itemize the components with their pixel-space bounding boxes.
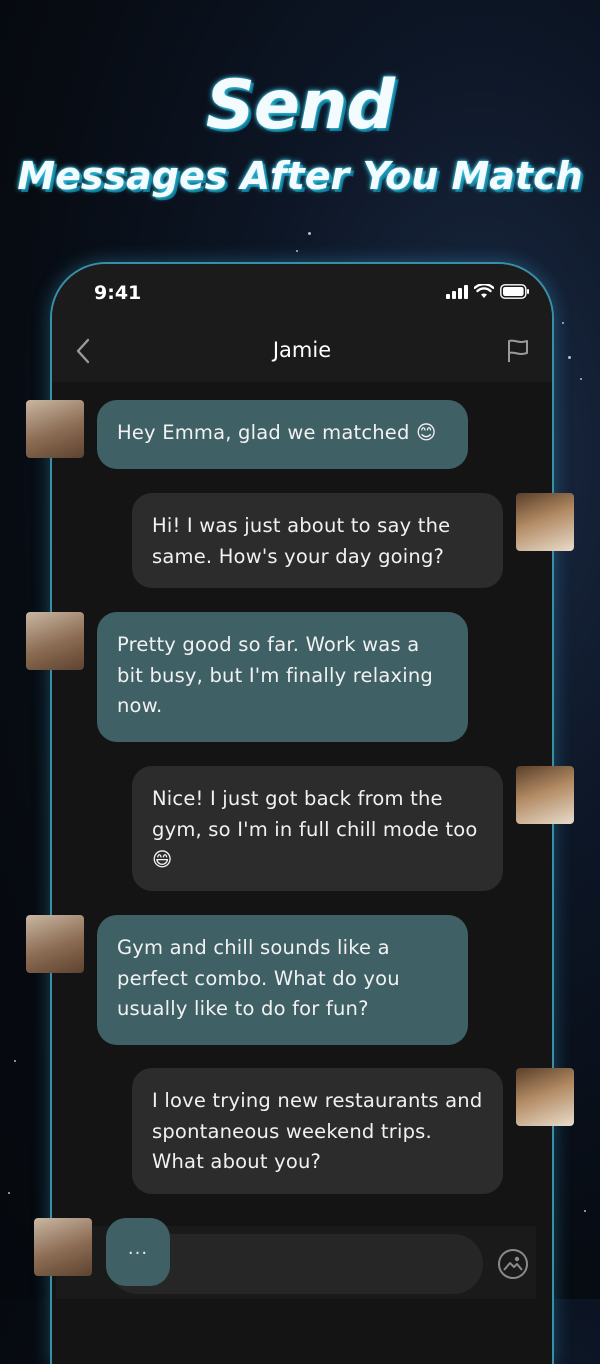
star bbox=[584, 1210, 586, 1212]
avatar-emma bbox=[516, 766, 574, 824]
star bbox=[580, 378, 582, 380]
message-received: Gym and chill sounds like a perfect comb… bbox=[97, 915, 468, 1045]
avatar-jamie bbox=[34, 1218, 92, 1276]
typing-dots: ... bbox=[127, 1238, 149, 1259]
status-icons bbox=[446, 284, 530, 299]
message-sent: I love trying new restaurants and sponta… bbox=[132, 1068, 503, 1194]
avatar-jamie bbox=[26, 400, 84, 458]
chat-header: Jamie bbox=[52, 322, 552, 382]
wifi-icon bbox=[474, 284, 494, 298]
avatar-emma bbox=[516, 1068, 574, 1126]
avatar-jamie bbox=[26, 612, 84, 670]
contact-name: Jamie bbox=[272, 338, 332, 362]
typing-indicator: ... bbox=[106, 1218, 170, 1286]
status-time: 9:41 bbox=[94, 282, 142, 304]
star bbox=[296, 250, 298, 252]
star bbox=[14, 1060, 16, 1062]
avatar-jamie bbox=[26, 915, 84, 973]
image-icon[interactable] bbox=[497, 1248, 529, 1280]
avatar-emma bbox=[516, 493, 574, 551]
headline-subtitle: Messages After You Match bbox=[17, 154, 583, 198]
star bbox=[568, 356, 571, 359]
star bbox=[8, 1192, 10, 1194]
message-received: Hey Emma, glad we matched 😊 bbox=[97, 400, 468, 469]
status-bar: 9:41 bbox=[52, 264, 552, 322]
star bbox=[308, 232, 311, 235]
flag-icon[interactable] bbox=[506, 338, 530, 364]
headline-title: Send bbox=[205, 66, 395, 145]
signal-icon bbox=[446, 284, 468, 299]
star bbox=[562, 322, 564, 324]
battery-icon bbox=[500, 284, 529, 299]
message-sent: Nice! I just got back from the gym, so I… bbox=[132, 766, 503, 891]
message-sent: Hi! I was just about to say the same. Ho… bbox=[132, 493, 503, 588]
message-received: Pretty good so far. Work was a bit busy,… bbox=[97, 612, 468, 742]
